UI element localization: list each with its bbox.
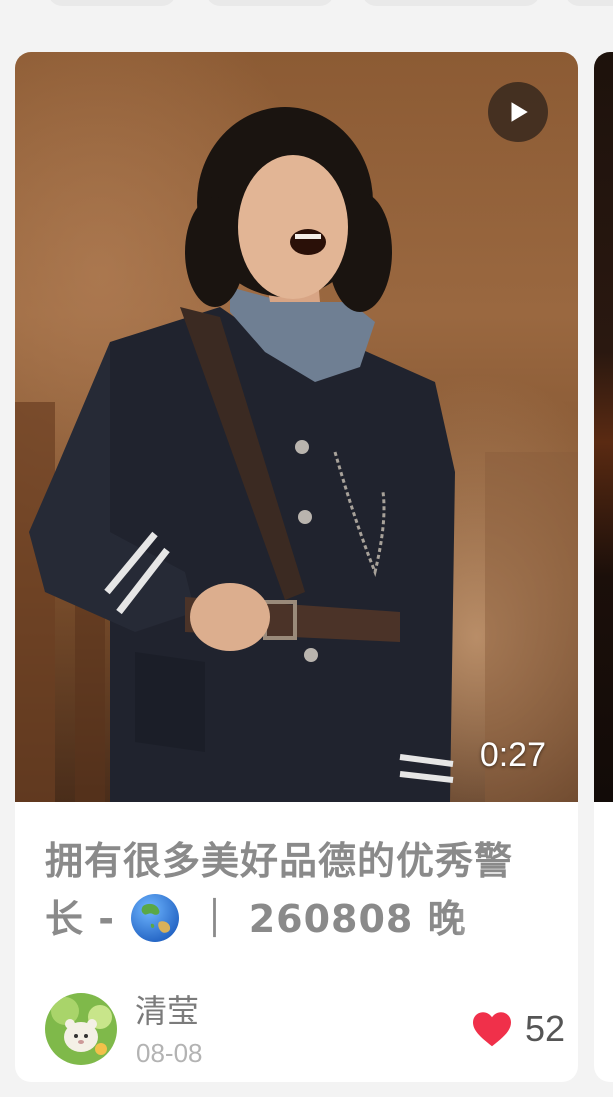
globe-asia-australia-icon (131, 894, 180, 942)
author-name[interactable]: 清莹 (135, 986, 199, 1032)
next-note-thumbnail[interactable] (594, 52, 613, 802)
title-truncation-fade (455, 902, 535, 952)
category-chip-strip (0, 0, 613, 8)
feed-viewport: 0:27 拥有很多美好品德的优秀警长 - ｜ 260808 晚 清莹 08-08… (0, 0, 613, 1097)
category-chip[interactable] (565, 0, 613, 6)
category-chip[interactable] (206, 0, 334, 6)
category-chip[interactable] (362, 0, 540, 6)
post-date: 08-08 (136, 1038, 203, 1068)
author-row: 清莹 08-08 52 (45, 982, 565, 1082)
author-avatar[interactable] (45, 993, 117, 1065)
like-count: 52 (524, 1008, 565, 1049)
video-thumbnail[interactable]: 0:27 (15, 52, 578, 802)
note-title-text-tail: ｜ 260808 晚 (181, 897, 467, 941)
video-note-card[interactable]: 0:27 拥有很多美好品德的优秀警长 - ｜ 260808 晚 清莹 08-08… (15, 52, 578, 1082)
play-button[interactable] (488, 82, 548, 142)
note-title[interactable]: 拥有很多美好品德的优秀警长 - ｜ 260808 晚 (45, 832, 525, 948)
play-icon (511, 102, 528, 122)
heart-icon (472, 1012, 511, 1047)
video-duration: 0:27 (479, 736, 546, 774)
next-note-card[interactable] (594, 52, 613, 1082)
category-chip[interactable] (48, 0, 176, 6)
like-button[interactable]: 52 (471, 1004, 565, 1054)
